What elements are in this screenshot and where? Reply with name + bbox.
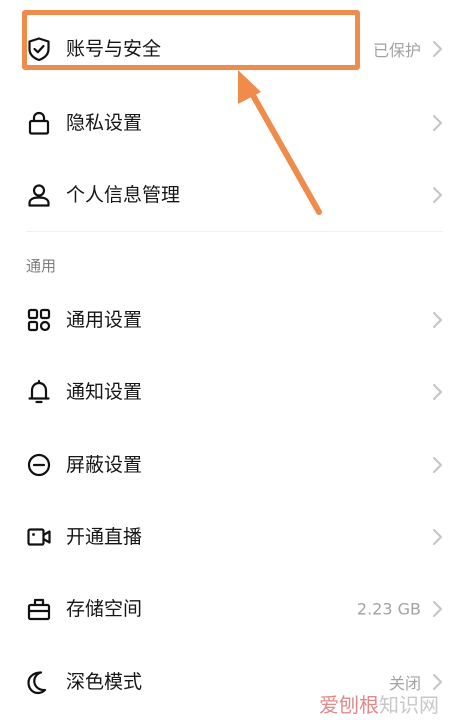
notification-settings-row[interactable]: 通知设置 — [0, 361, 467, 423]
chevron-right-icon — [431, 40, 443, 58]
general-settings-label: 通用设置 — [66, 309, 143, 331]
section-divider — [26, 231, 443, 232]
moon-icon — [26, 669, 52, 695]
account-security-label: 账号与安全 — [66, 38, 162, 60]
account-security-row[interactable]: 账号与安全 已保护 — [0, 18, 467, 80]
privacy-settings-label: 隐私设置 — [66, 112, 143, 134]
general-settings-row[interactable]: 通用设置 — [0, 289, 467, 351]
notification-settings-label: 通知设置 — [66, 381, 143, 403]
chevron-right-icon — [431, 383, 443, 401]
dark-mode-label: 深色模式 — [66, 671, 143, 693]
block-icon — [26, 452, 52, 478]
video-camera-icon — [26, 524, 52, 550]
grid-icon — [26, 307, 52, 333]
general-section-header: 通用 — [26, 257, 57, 275]
privacy-settings-row[interactable]: 隐私设置 — [0, 92, 467, 154]
chevron-right-icon — [431, 114, 443, 132]
bell-icon — [26, 379, 52, 405]
shield-check-icon — [26, 36, 52, 62]
chevron-right-icon — [431, 600, 443, 618]
storage-row[interactable]: 存储空间 2.23 GB — [0, 578, 467, 640]
storage-size: 2.23 GB — [356, 599, 421, 619]
account-security-status: 已保护 — [372, 41, 421, 60]
chevron-right-icon — [431, 456, 443, 474]
watermark: 爱刨根知识网 — [319, 689, 439, 718]
chevron-right-icon — [431, 311, 443, 329]
start-live-row[interactable]: 开通直播 — [0, 506, 467, 568]
personal-info-row[interactable]: 个人信息管理 — [0, 164, 467, 226]
watermark-brand: 爱刨根 — [319, 693, 379, 717]
start-live-label: 开通直播 — [66, 526, 143, 548]
lock-icon — [26, 110, 52, 136]
watermark-text: 知识网 — [379, 693, 439, 717]
block-settings-row[interactable]: 屏蔽设置 — [0, 434, 467, 496]
chevron-right-icon — [431, 528, 443, 546]
storage-box-icon — [26, 596, 52, 622]
personal-info-label: 个人信息管理 — [66, 184, 181, 206]
person-icon — [26, 182, 52, 208]
block-settings-label: 屏蔽设置 — [66, 454, 143, 476]
storage-label: 存储空间 — [66, 598, 143, 620]
chevron-right-icon — [431, 186, 443, 204]
